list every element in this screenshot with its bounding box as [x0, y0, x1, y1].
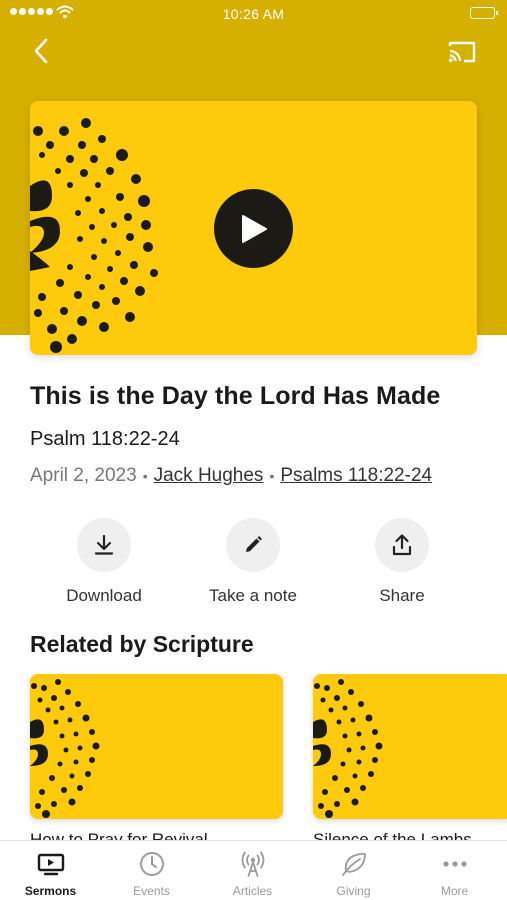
tab-label: Articles: [232, 884, 273, 898]
related-heading: Related by Scripture: [30, 631, 254, 657]
share-icon: [392, 534, 412, 556]
take-note-label: Take a note: [209, 586, 297, 605]
play-icon: [241, 214, 267, 243]
status-bar: 10:26 AM: [0, 0, 507, 28]
speaker-link[interactable]: Jack Hughes: [154, 465, 264, 486]
tab-label: More: [440, 884, 469, 898]
related-card[interactable]: [313, 674, 507, 819]
leaf-icon: [340, 851, 368, 877]
tab-label: Sermons: [24, 884, 77, 898]
cast-icon: [448, 41, 476, 63]
series-link[interactable]: Psalms 118:22-24: [280, 465, 432, 486]
more-dots-icon: [441, 851, 469, 877]
separator-dot: •: [269, 468, 275, 484]
status-time: 10:26 AM: [222, 6, 285, 22]
tv-icon: [37, 851, 65, 877]
dot-pattern-graphic: [30, 679, 100, 818]
share-button[interactable]: Share: [342, 518, 462, 606]
take-note-button[interactable]: Take a note: [193, 518, 313, 606]
play-button[interactable]: [214, 189, 293, 268]
tab-articles[interactable]: Articles: [202, 841, 303, 900]
note-icon-circle: [226, 518, 280, 572]
related-card[interactable]: [30, 674, 283, 819]
sermon-scripture: Psalm 118:22-24: [30, 428, 180, 450]
sermon-meta: April 2, 2023 • Jack Hughes • Psalms 118:22-…: [30, 465, 432, 487]
tab-more[interactable]: More: [404, 841, 505, 900]
download-icon: [94, 534, 114, 555]
download-label: Download: [66, 586, 142, 605]
download-button[interactable]: Download: [44, 518, 164, 606]
share-label: Share: [379, 586, 425, 605]
broadcast-icon: [239, 851, 267, 877]
clock-icon: [138, 851, 166, 877]
chevron-left-icon: [34, 38, 48, 64]
pencil-icon: [246, 536, 262, 552]
back-button[interactable]: [26, 36, 56, 66]
tab-giving[interactable]: Giving: [303, 841, 404, 900]
separator-dot: •: [142, 468, 148, 484]
sermon-title: This is the Day the Lord Has Made: [30, 382, 441, 410]
tab-label: Giving: [336, 884, 371, 898]
tab-label: Events: [133, 884, 170, 898]
cast-button[interactable]: [445, 37, 479, 67]
sermon-artwork[interactable]: [30, 101, 477, 355]
sermon-date: April 2, 2023: [30, 465, 137, 486]
bottom-tab-bar: Sermons Events Articles Giving More: [0, 840, 507, 900]
download-icon-circle: [77, 518, 131, 572]
tab-events[interactable]: Events: [101, 841, 202, 900]
battery-icon: [470, 7, 498, 19]
dot-pattern-graphic: [30, 118, 158, 353]
dot-pattern-graphic: [313, 679, 383, 818]
tab-sermons[interactable]: Sermons: [0, 841, 101, 900]
share-icon-circle: [375, 518, 429, 572]
